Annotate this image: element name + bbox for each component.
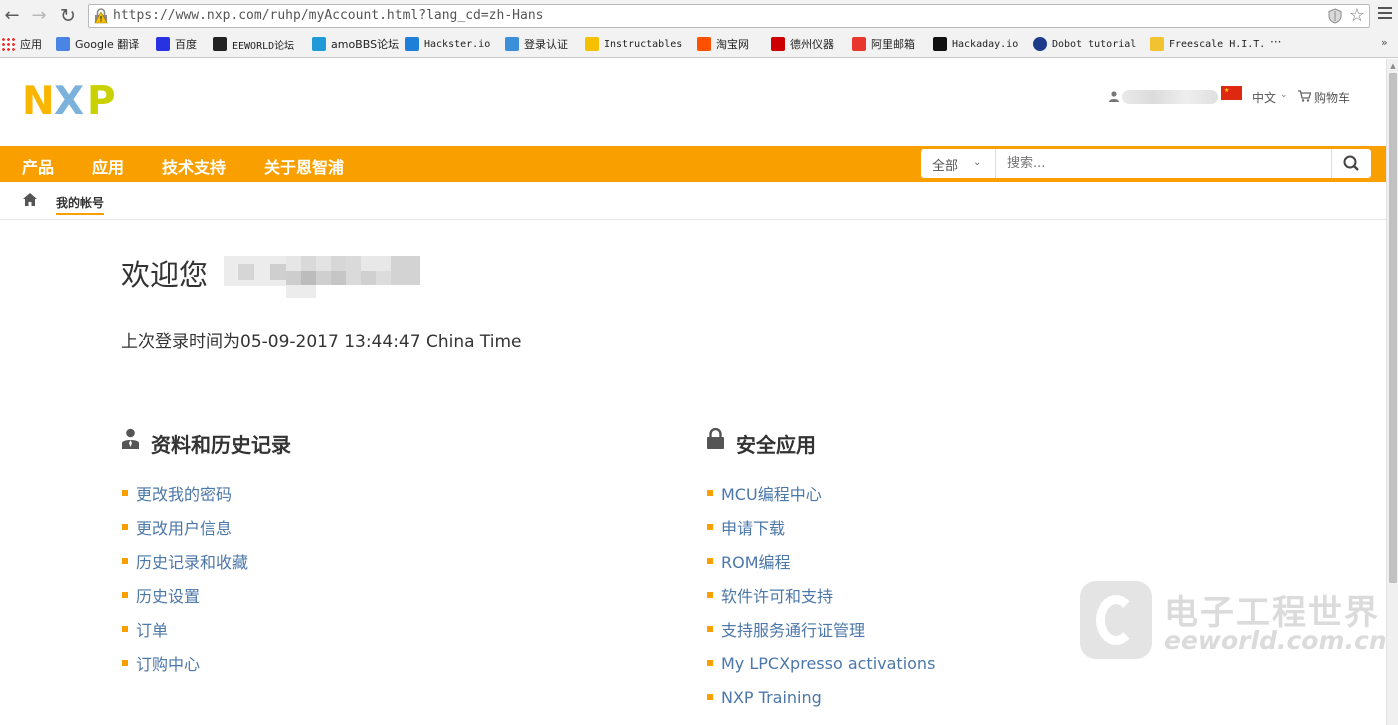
bookmark-baidu[interactable]: 百度 [156,35,197,53]
bookmarks-bar: 应用 Google 翻译 百度 EEWORLD论坛 amoBBS论坛 Hacks… [0,33,1398,55]
cart-link[interactable]: 购物车 [1314,89,1350,106]
bookmark-aliyun-mail[interactable]: 阿里邮箱 [852,35,915,53]
main-nav: 产品 应用 技术支持 关于恩智浦 全部 ⌄ [0,146,1386,182]
user-profile-icon [122,428,139,449]
bookmark-apps[interactable]: 应用 [1,35,42,53]
hackaday-icon [933,37,947,51]
address-bar[interactable]: https://www.nxp.com/ruhp/myAccount.html?… [88,4,1370,28]
taobao-icon [697,37,711,51]
profile-link-history-favorites[interactable]: 历史记录和收藏 [122,551,248,572]
profile-link-change-info[interactable]: 更改用户信息 [122,517,232,538]
browser-chrome: ← → ↻ https://www.nxp.com/ruhp/myAccount… [0,0,1398,58]
breadcrumb: 我的帐号 [0,182,1386,220]
hackster-icon [405,37,419,51]
bookmark-google-translate[interactable]: Google 翻译 [56,35,139,53]
baidu-icon [156,37,170,51]
username-pixelated [224,254,420,300]
welcome-heading: 欢迎您 [121,258,209,292]
home-icon[interactable] [23,193,37,206]
bookmark-freescale[interactable]: Freescale H.I.T. [1150,35,1265,53]
bookmark-hackster[interactable]: Hackster.io [405,35,490,53]
security-link-nxp-training[interactable]: NXP Training [707,687,822,707]
dobot-icon [1033,37,1047,51]
security-link-request-download[interactable]: 申请下载 [707,517,785,538]
forward-arrow-icon[interactable]: → [29,6,49,26]
breadcrumb-current: 我的帐号 [56,194,105,215]
bookmark-taobao[interactable]: 淘宝网 [697,35,749,53]
shield-icon[interactable] [1327,8,1343,24]
profile-link-orders[interactable]: 订单 [122,619,168,640]
last-login-text: 上次登录时间为05-09-2017 13:44:47 China Time [121,332,522,352]
ti-icon [771,37,785,51]
back-arrow-icon[interactable]: ← [2,6,22,26]
search-category-select[interactable]: 全部 ⌄ [921,149,996,178]
china-flag-icon[interactable]: ★ [1221,86,1242,100]
search-input[interactable] [996,149,1331,178]
nxp-logo[interactable]: N X P [22,82,124,121]
freescale-icon [1150,37,1164,51]
profile-link-ordering-center[interactable]: 订购中心 [122,653,200,674]
google-translate-icon [56,37,70,51]
profile-link-change-password[interactable]: 更改我的密码 [122,483,232,504]
scroll-up-icon[interactable]: ▲ [1389,62,1397,70]
chevron-right-icon[interactable]: » [1381,36,1388,49]
security-link-mcu-programming[interactable]: MCU编程中心 [707,483,822,504]
reload-icon[interactable]: ↻ [58,6,78,26]
mail-icon [505,37,519,51]
amobbs-icon [312,37,326,51]
user-icon[interactable] [1109,91,1119,102]
chevron-down-icon[interactable]: ⌄ [1280,90,1288,100]
instructables-icon [585,37,599,51]
aliyun-mail-icon [852,37,866,51]
security-link-lpcxpresso[interactable]: My LPCXpresso activations [707,653,935,673]
lock-warning-icon[interactable] [94,8,108,24]
eeworld-icon [213,37,227,51]
bookmark-amobbs[interactable]: amoBBS论坛 [312,35,399,53]
scroll-thumb[interactable] [1389,73,1397,583]
bookmark-eeworld[interactable]: EEWORLD论坛 [213,35,294,53]
bookmark-dobot[interactable]: Dobot tutorial [1033,35,1136,53]
search-icon [1343,155,1359,171]
profile-link-history-settings[interactable]: 历史设置 [122,585,200,606]
lock-icon [707,428,724,449]
nav-about[interactable]: 关于恩智浦 [264,154,344,178]
bookmark-hackaday[interactable]: Hackaday.io [933,35,1018,53]
browser-menu-icon[interactable] [1378,7,1392,21]
language-selector[interactable]: 中文 [1252,89,1276,106]
profile-section-title: 资料和历史记录 [151,433,291,457]
security-link-software-licensing[interactable]: 软件许可和支持 [707,585,833,606]
apps-grid-icon [1,37,15,51]
nav-applications[interactable]: 应用 [92,154,124,178]
url-text[interactable]: https://www.nxp.com/ruhp/myAccount.html?… [113,8,543,23]
bookmark-star-icon[interactable]: ☆ [1349,5,1365,26]
security-link-rom-programming[interactable]: ROM编程 [707,551,791,572]
bookmark-instructables[interactable]: Instructables [585,35,682,53]
username-redacted[interactable] [1122,90,1218,104]
eeworld-watermark: 电子工程世界 eeworld.com.cn [1080,581,1390,659]
bookmarks-overflow[interactable]: ··· [1270,35,1281,49]
nav-support[interactable]: 技术支持 [162,154,226,178]
search-button[interactable] [1331,149,1371,178]
bookmark-login[interactable]: 登录认证 [505,35,568,53]
cart-icon[interactable] [1298,90,1311,102]
eeworld-logo-icon [1080,581,1152,659]
nav-products[interactable]: 产品 [22,154,54,178]
security-section-title: 安全应用 [736,433,816,457]
chevron-down-icon: ⌄ [973,157,982,168]
bookmark-ti[interactable]: 德州仪器 [771,35,834,53]
security-link-support-pass[interactable]: 支持服务通行证管理 [707,619,865,640]
